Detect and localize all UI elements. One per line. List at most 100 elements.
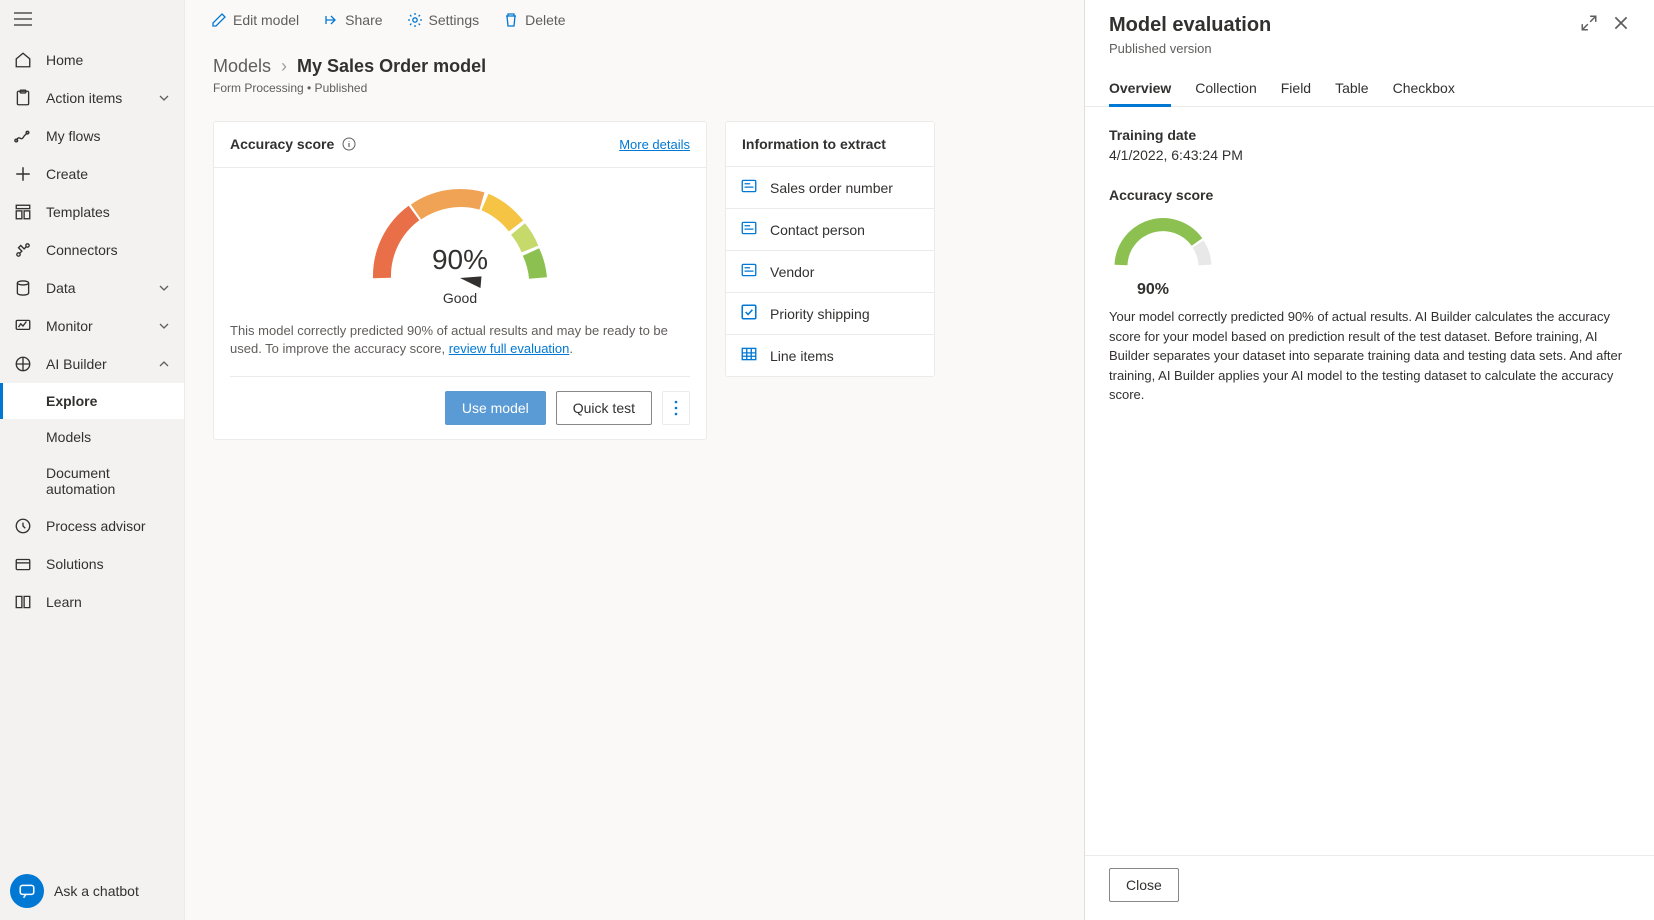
info-extract-item-label: Sales order number <box>770 180 893 196</box>
edit-model-button[interactable]: Edit model <box>205 8 305 32</box>
nav-models-label: Models <box>46 429 170 445</box>
info-extract-item[interactable]: Vendor <box>726 250 934 292</box>
info-icon[interactable] <box>342 137 356 151</box>
use-model-button[interactable]: Use model <box>445 391 546 425</box>
nav-process-advisor[interactable]: Process advisor <box>0 507 184 545</box>
gear-icon <box>407 12 423 28</box>
info-extract-item-label: Line items <box>770 348 834 364</box>
more-vertical-icon <box>674 400 678 416</box>
breadcrumb-root[interactable]: Models <box>213 56 271 77</box>
accuracy-description: This model correctly predicted 90% of ac… <box>214 310 706 362</box>
panel-subtitle: Published version <box>1109 41 1271 56</box>
text-field-icon <box>740 177 758 198</box>
breadcrumb: Models › My Sales Order model Form Proce… <box>185 40 1084 99</box>
share-label: Share <box>345 12 382 28</box>
nav-explore[interactable]: Explore <box>0 383 184 419</box>
review-evaluation-link[interactable]: review full evaluation <box>449 341 570 356</box>
nav-data[interactable]: Data <box>0 269 184 307</box>
info-extract-item[interactable]: Priority shipping <box>726 292 934 334</box>
panel-accuracy-percent: 90% <box>1109 281 1630 299</box>
table-field-icon <box>740 345 758 366</box>
panel-tab-overview[interactable]: Overview <box>1109 80 1171 106</box>
breadcrumb-current: My Sales Order model <box>297 56 486 77</box>
delete-label: Delete <box>525 12 565 28</box>
share-icon <box>323 12 339 28</box>
nav-templates[interactable]: Templates <box>0 193 184 231</box>
close-button[interactable]: Close <box>1109 868 1179 902</box>
panel-accuracy-title: Accuracy score <box>1109 187 1630 203</box>
settings-button[interactable]: Settings <box>401 8 486 32</box>
nav-models[interactable]: Models <box>0 419 184 455</box>
nav-connectors[interactable]: Connectors <box>0 231 184 269</box>
hamburger-menu[interactable] <box>0 0 184 41</box>
accuracy-card: Accuracy score More details <box>213 121 707 440</box>
chevron-down-icon <box>158 320 170 332</box>
info-extract-title: Information to extract <box>726 122 934 166</box>
more-actions-button[interactable] <box>662 391 690 425</box>
accuracy-rating-label: Good <box>443 290 477 306</box>
nav-my-flows[interactable]: My flows <box>0 117 184 155</box>
nav-learn[interactable]: Learn <box>0 583 184 621</box>
info-extract-card: Information to extract Sales order numbe… <box>725 121 935 377</box>
command-bar: Edit model Share Settings Delete <box>185 0 1084 40</box>
panel-tabs: Overview Collection Field Table Checkbox <box>1085 64 1654 107</box>
nav-learn-label: Learn <box>46 594 170 610</box>
breadcrumb-separator: › <box>281 56 287 77</box>
monitor-icon <box>14 317 32 335</box>
process-advisor-icon <box>14 517 32 535</box>
nav-home[interactable]: Home <box>0 41 184 79</box>
nav-my-flows-label: My flows <box>46 128 170 144</box>
chevron-up-icon <box>158 358 170 370</box>
chatbot-launcher[interactable]: Ask a chatbot <box>0 862 184 920</box>
panel-tab-checkbox[interactable]: Checkbox <box>1393 80 1455 106</box>
nav-create[interactable]: Create <box>0 155 184 193</box>
share-button[interactable]: Share <box>317 8 388 32</box>
expand-icon[interactable] <box>1580 14 1598 32</box>
connectors-icon <box>14 241 32 259</box>
sidebar: Home Action items My flows Create Templa… <box>0 0 185 920</box>
panel-tab-table[interactable]: Table <box>1335 80 1368 106</box>
close-icon[interactable] <box>1612 14 1630 32</box>
nav-document-automation-label: Document automation <box>46 465 170 497</box>
nav-solutions[interactable]: Solutions <box>0 545 184 583</box>
hamburger-icon <box>14 12 32 26</box>
nav-home-label: Home <box>46 52 170 68</box>
more-details-link[interactable]: More details <box>619 137 690 152</box>
quick-test-button[interactable]: Quick test <box>556 391 652 425</box>
book-icon <box>14 593 32 611</box>
panel-accuracy-gauge <box>1109 207 1217 275</box>
nav-document-automation[interactable]: Document automation <box>0 455 184 507</box>
panel-tab-collection[interactable]: Collection <box>1195 80 1256 106</box>
nav-ai-builder[interactable]: AI Builder <box>0 345 184 383</box>
nav-solutions-label: Solutions <box>46 556 170 572</box>
delete-button[interactable]: Delete <box>497 8 571 32</box>
nav-connectors-label: Connectors <box>46 242 170 258</box>
panel-tab-field[interactable]: Field <box>1281 80 1311 106</box>
check-field-icon <box>740 303 758 324</box>
nav-action-items[interactable]: Action items <box>0 79 184 117</box>
database-icon <box>14 279 32 297</box>
info-extract-item[interactable]: Sales order number <box>726 166 934 208</box>
trash-icon <box>503 12 519 28</box>
solutions-icon <box>14 555 32 573</box>
edit-model-label: Edit model <box>233 12 299 28</box>
plus-icon <box>14 165 32 183</box>
model-evaluation-panel: Model evaluation Published version Overv… <box>1084 0 1654 920</box>
info-extract-item-label: Priority shipping <box>770 306 870 322</box>
info-extract-item-label: Vendor <box>770 264 814 280</box>
home-icon <box>14 51 32 69</box>
nav-process-advisor-label: Process advisor <box>46 518 170 534</box>
nav-data-label: Data <box>46 280 158 296</box>
chevron-down-icon <box>158 92 170 104</box>
info-extract-item[interactable]: Line items <box>726 334 934 376</box>
nav-monitor[interactable]: Monitor <box>0 307 184 345</box>
templates-icon <box>14 203 32 221</box>
info-extract-item[interactable]: Contact person <box>726 208 934 250</box>
accuracy-gauge: 90% <box>362 178 558 288</box>
info-extract-item-label: Contact person <box>770 222 865 238</box>
chatbot-label: Ask a chatbot <box>54 883 139 899</box>
nav-monitor-label: Monitor <box>46 318 158 334</box>
flows-icon <box>14 127 32 145</box>
training-date-value: 4/1/2022, 6:43:24 PM <box>1109 147 1630 163</box>
accuracy-percent: 90% <box>362 244 558 276</box>
